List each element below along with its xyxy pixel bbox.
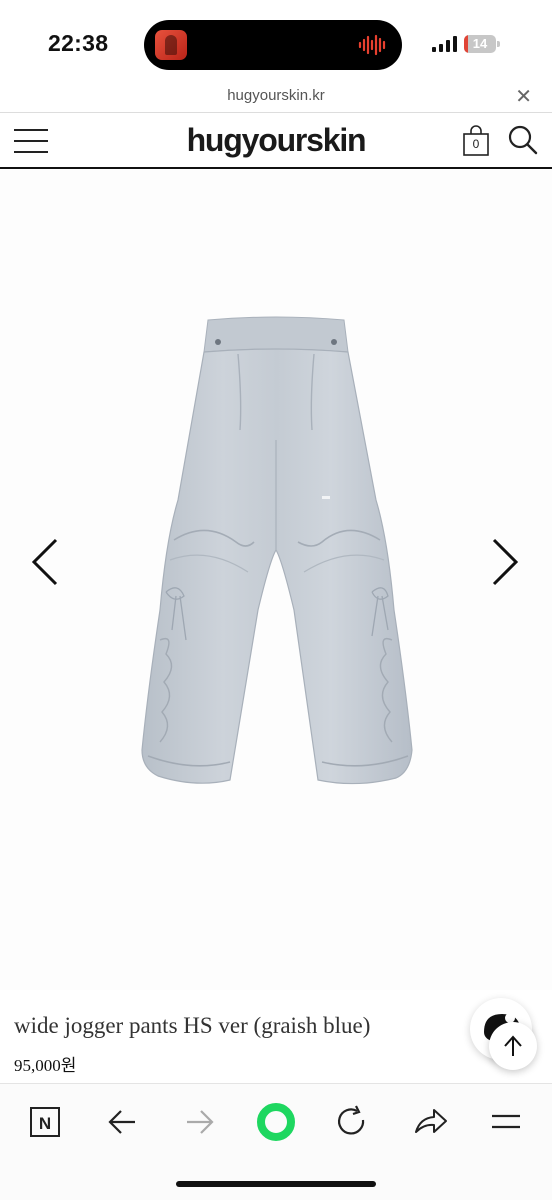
back-arrow-icon[interactable] bbox=[102, 1102, 142, 1142]
previous-image-arrow-icon[interactable] bbox=[24, 534, 64, 590]
cellular-signal-icon bbox=[432, 36, 457, 52]
site-header: hugyourskin 0 bbox=[0, 112, 552, 169]
product-price: 95,000원 bbox=[14, 1056, 77, 1075]
shopping-bag-icon[interactable]: 0 bbox=[462, 125, 490, 157]
product-image-gallery[interactable] bbox=[0, 170, 552, 990]
battery-level: 14 bbox=[472, 36, 488, 51]
share-icon[interactable] bbox=[410, 1102, 450, 1142]
arrow-up-icon bbox=[504, 1035, 522, 1056]
scroll-to-top-button[interactable] bbox=[489, 1022, 537, 1070]
svg-text:N: N bbox=[39, 1114, 51, 1133]
address-bar[interactable]: hugyourskin.kr ✕ bbox=[0, 82, 552, 112]
naver-home-icon[interactable]: N bbox=[26, 1102, 66, 1142]
search-icon[interactable] bbox=[508, 125, 538, 155]
forward-arrow-icon[interactable] bbox=[180, 1102, 220, 1142]
browser-toolbar: N bbox=[0, 1083, 552, 1200]
refresh-icon[interactable] bbox=[332, 1102, 372, 1142]
dynamic-island[interactable] bbox=[144, 20, 402, 70]
menu-icon[interactable] bbox=[486, 1102, 526, 1142]
close-icon[interactable]: ✕ bbox=[515, 84, 532, 109]
product-image[interactable] bbox=[126, 310, 426, 800]
status-bar: 22:38 14 bbox=[0, 0, 552, 88]
green-dot-icon[interactable] bbox=[256, 1102, 296, 1142]
product-title: wide jogger pants HS ver (graish blue) bbox=[14, 1013, 371, 1038]
battery-icon: 14 bbox=[464, 35, 500, 53]
home-indicator bbox=[176, 1181, 376, 1187]
status-time: 22:38 bbox=[48, 30, 109, 56]
audio-waveform-icon bbox=[358, 34, 386, 56]
url-text[interactable]: hugyourskin.kr bbox=[0, 87, 552, 104]
next-image-arrow-icon[interactable] bbox=[486, 534, 526, 590]
now-playing-artwork bbox=[155, 30, 187, 60]
cart-count: 0 bbox=[472, 137, 480, 151]
